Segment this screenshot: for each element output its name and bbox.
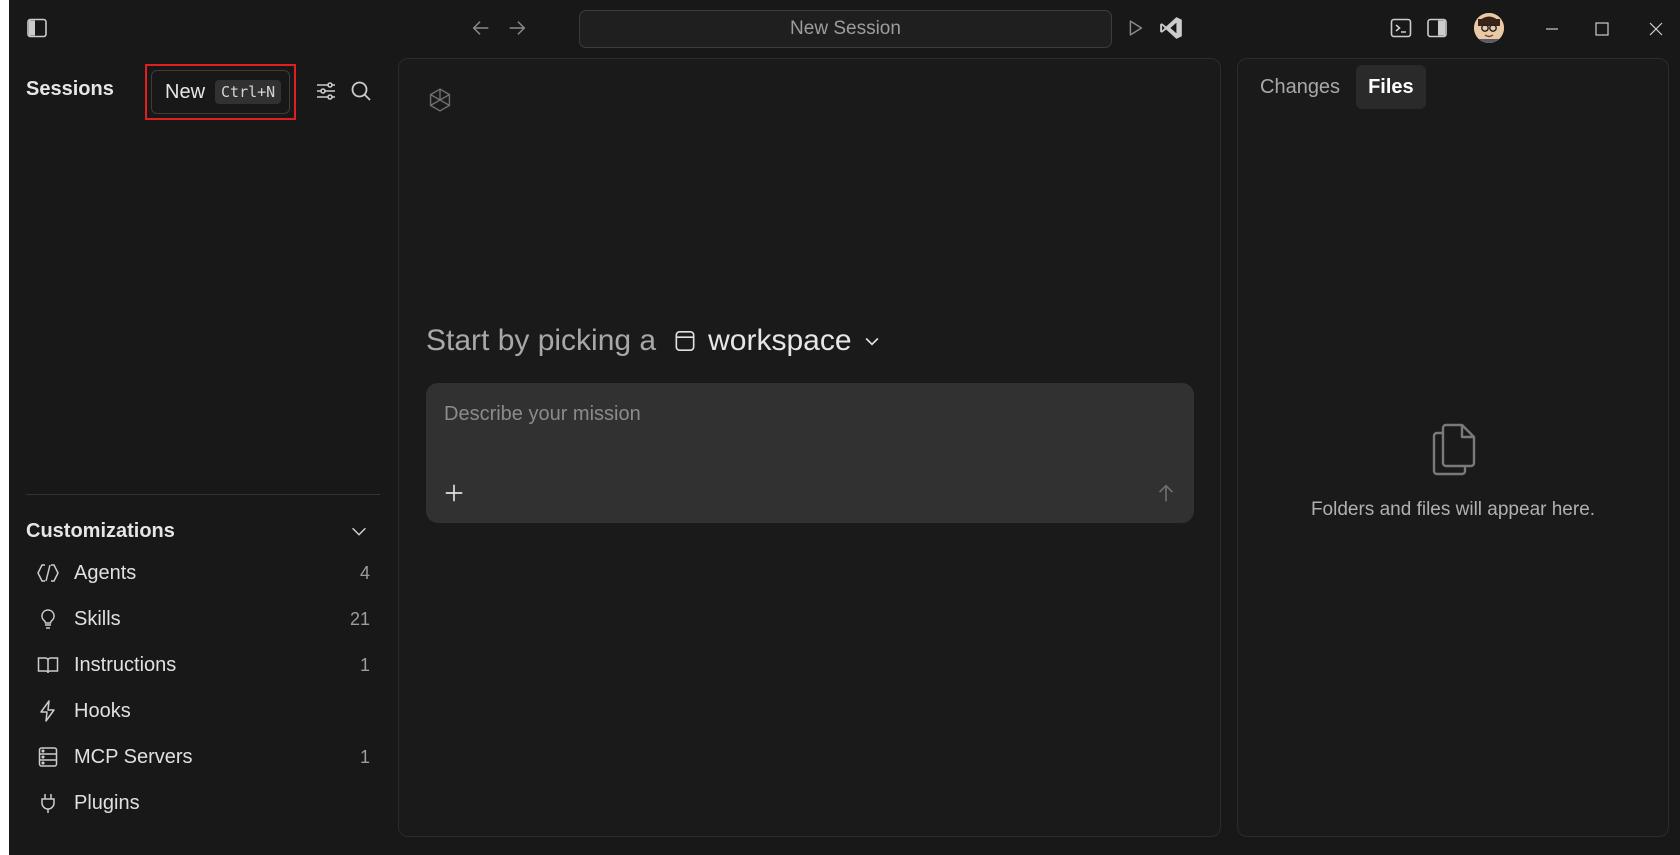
sidebar-item-label: Instructions xyxy=(74,653,177,676)
workspace-label: workspace xyxy=(708,324,852,357)
sidebar-item-label: Plugins xyxy=(74,791,140,814)
tab-files[interactable]: Files xyxy=(1356,65,1426,109)
item-count: 21 xyxy=(349,608,370,629)
plus-icon xyxy=(443,482,465,504)
files-panel: Changes Files Folders and files will app… xyxy=(1237,58,1669,837)
address-text: New Session xyxy=(790,18,901,39)
item-count: 1 xyxy=(359,654,370,675)
terminal-button[interactable] xyxy=(1387,14,1415,42)
toggle-secondary-panel-button[interactable] xyxy=(1423,14,1451,42)
mission-composer xyxy=(426,383,1194,523)
files-copy-icon xyxy=(1430,421,1478,477)
repository-icon xyxy=(672,328,698,354)
add-attachment-button[interactable] xyxy=(440,479,468,507)
panel-right-icon xyxy=(1425,16,1449,40)
chevron-down-icon xyxy=(862,331,882,351)
sessions-title: Sessions xyxy=(26,78,114,100)
tab-changes[interactable]: Changes xyxy=(1248,65,1352,109)
sidebar-divider xyxy=(26,494,380,495)
new-session-button[interactable]: New Ctrl+N xyxy=(151,70,290,114)
title-bar: New Session xyxy=(9,0,1680,58)
arrow-right-icon xyxy=(506,17,528,39)
avatar[interactable] xyxy=(1474,13,1504,43)
close-icon xyxy=(1648,21,1664,37)
filter-sessions-button[interactable] xyxy=(311,76,341,106)
run-button[interactable] xyxy=(1121,14,1149,42)
item-count: 1 xyxy=(359,746,370,767)
sidebar-item-hooks[interactable]: Hooks xyxy=(26,688,380,734)
chevron-down-icon[interactable] xyxy=(348,520,370,542)
mission-input[interactable] xyxy=(444,403,1144,426)
new-session-label: New xyxy=(165,80,206,103)
item-count: 4 xyxy=(359,562,370,583)
app-window: New Session Sessions New Ctrl+N Customiz… xyxy=(9,0,1680,855)
sidebar-item-label: Agents xyxy=(74,561,137,584)
sidebar-item-mcp-servers[interactable]: MCP Servers 1 xyxy=(26,734,380,780)
toggle-sidebar-button[interactable] xyxy=(23,14,51,42)
app-logo-icon xyxy=(427,87,453,113)
maximize-icon xyxy=(1594,21,1610,37)
workspace-picker-row: Start by picking a workspace xyxy=(426,321,882,361)
lightning-icon xyxy=(36,699,60,723)
sessions-sidebar: Sessions New Ctrl+N Customizations Agent… xyxy=(9,58,389,855)
terminal-icon xyxy=(1389,16,1413,40)
customizations-header[interactable]: Customizations xyxy=(26,513,380,549)
open-in-vscode-button[interactable] xyxy=(1157,14,1185,42)
lightbulb-icon xyxy=(36,607,60,631)
close-button[interactable] xyxy=(1641,14,1671,44)
panel-tabs: Changes Files xyxy=(1248,65,1426,109)
pick-prompt-text: Start by picking a xyxy=(426,324,657,357)
keyboard-shortcut: Ctrl+N xyxy=(215,80,282,104)
sidebar-item-instructions[interactable]: Instructions 1 xyxy=(26,642,380,688)
customizations-list: Agents 4 Skills 21 Instructions 1 Hooks … xyxy=(26,550,380,826)
sidebar-item-agents[interactable]: Agents 4 xyxy=(26,550,380,596)
sidebar-layout-icon xyxy=(25,16,49,40)
sidebar-item-skills[interactable]: Skills 21 xyxy=(26,596,380,642)
book-icon xyxy=(36,653,60,677)
search-sessions-button[interactable] xyxy=(346,76,376,106)
sidebar-item-label: MCP Servers xyxy=(74,745,193,768)
sidebar-item-label: Skills xyxy=(74,607,121,630)
arrow-left-icon xyxy=(470,17,492,39)
chat-panel: Start by picking a workspace xyxy=(398,58,1221,837)
server-icon xyxy=(36,745,60,769)
filter-sliders-icon xyxy=(314,79,338,103)
search-icon xyxy=(349,79,373,103)
forward-button[interactable] xyxy=(503,14,531,42)
back-button[interactable] xyxy=(467,14,495,42)
minimize-icon xyxy=(1544,21,1560,37)
sidebar-item-plugins[interactable]: Plugins xyxy=(26,780,380,826)
files-empty-message: Folders and files will appear here. xyxy=(1310,499,1596,520)
sidebar-item-label: Hooks xyxy=(74,699,131,722)
vscode-icon xyxy=(1158,15,1184,41)
plug-icon xyxy=(36,791,60,815)
workspace-picker-button[interactable]: workspace xyxy=(672,324,881,358)
agents-icon xyxy=(36,561,60,585)
minimize-button[interactable] xyxy=(1537,14,1567,44)
customizations-title: Customizations xyxy=(26,519,175,542)
maximize-button[interactable] xyxy=(1587,14,1617,44)
send-button[interactable] xyxy=(1152,479,1180,507)
arrow-up-icon xyxy=(1155,482,1177,504)
session-address-bar[interactable]: New Session xyxy=(579,10,1112,48)
play-icon xyxy=(1124,17,1146,39)
